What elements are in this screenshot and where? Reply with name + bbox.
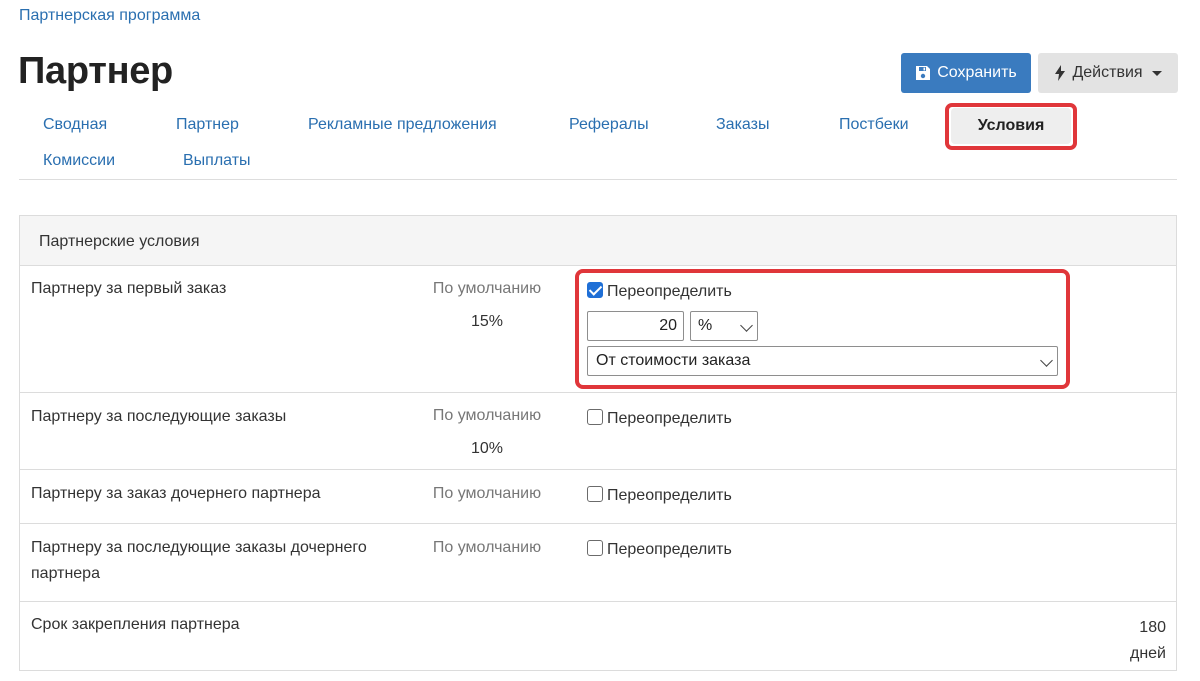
override-label[interactable]: Переопределить <box>607 410 732 428</box>
override-checkbox[interactable] <box>587 540 603 556</box>
tab-partner[interactable]: Партнер <box>176 116 239 134</box>
term-value: 180 дней <box>1130 615 1166 667</box>
term-unit: дней <box>1129 645 1166 662</box>
override-unit-value: % <box>698 317 713 334</box>
override-checkbox[interactable] <box>587 282 603 298</box>
default-label: По умолчанию <box>432 280 542 297</box>
row-divider <box>20 601 1176 602</box>
actions-dropdown-button[interactable]: Действия <box>1038 53 1178 93</box>
row-label-child-next-orders: Партнеру за последующие заказы дочернего… <box>31 539 367 582</box>
tab-offers[interactable]: Рекламные предложения <box>308 116 497 134</box>
override-base-select[interactable]: От стоимости заказа <box>587 346 1058 376</box>
override-amount-input[interactable]: 20 <box>587 311 684 341</box>
caret-down-icon <box>1151 70 1162 76</box>
override-unit-select[interactable]: % <box>690 311 758 341</box>
override-checkbox[interactable] <box>587 409 603 425</box>
row-divider <box>20 392 1176 393</box>
row-label-next-orders: Партнеру за последующие заказы <box>31 408 287 425</box>
floppy-disk-icon <box>916 66 931 80</box>
panel-header: Партнерские условия <box>20 216 1176 266</box>
tab-summary[interactable]: Сводная <box>43 116 107 134</box>
tab-orders[interactable]: Заказы <box>716 116 769 134</box>
chevron-down-icon <box>740 319 753 332</box>
default-label: По умолчанию <box>432 485 542 502</box>
conditions-panel: Партнерские условия Партнеру за первый з… <box>19 215 1177 671</box>
save-button-label: Сохранить <box>937 64 1017 81</box>
default-label: По умолчанию <box>432 539 542 556</box>
panel-title: Партнерские условия <box>39 233 200 250</box>
row-label-term: Срок закрепления партнера <box>31 616 240 633</box>
override-label[interactable]: Переопределить <box>607 487 732 505</box>
override-base-value: От стоимости заказа <box>596 352 751 369</box>
override-label[interactable]: Переопределить <box>607 283 732 301</box>
term-number: 180 <box>1139 619 1166 636</box>
actions-button-label: Действия <box>1072 64 1143 81</box>
tabs-divider <box>19 179 1177 180</box>
breadcrumb-link[interactable]: Партнерская программа <box>19 7 200 25</box>
tab-postbacks[interactable]: Постбеки <box>839 116 909 134</box>
row-divider <box>20 523 1176 524</box>
chevron-down-icon <box>1040 354 1053 367</box>
page-title: Партнер <box>18 50 173 92</box>
row-label-first-order: Партнеру за первый заказ <box>31 280 227 297</box>
save-button[interactable]: Сохранить <box>901 53 1031 93</box>
default-label: По умолчанию <box>432 407 542 424</box>
tab-payouts[interactable]: Выплаты <box>183 152 251 170</box>
tab-commissions[interactable]: Комиссии <box>43 152 115 170</box>
default-value: 15% <box>470 313 504 330</box>
row-label-child-order: Партнеру за заказ дочернего партнера <box>31 485 321 502</box>
row-divider <box>20 469 1176 470</box>
override-label[interactable]: Переопределить <box>607 541 732 559</box>
override-checkbox[interactable] <box>587 486 603 502</box>
lightning-bolt-icon <box>1055 65 1066 81</box>
default-value: 10% <box>470 440 504 457</box>
tab-conditions[interactable]: Условия <box>951 108 1071 144</box>
tab-referrals[interactable]: Рефералы <box>569 116 649 134</box>
